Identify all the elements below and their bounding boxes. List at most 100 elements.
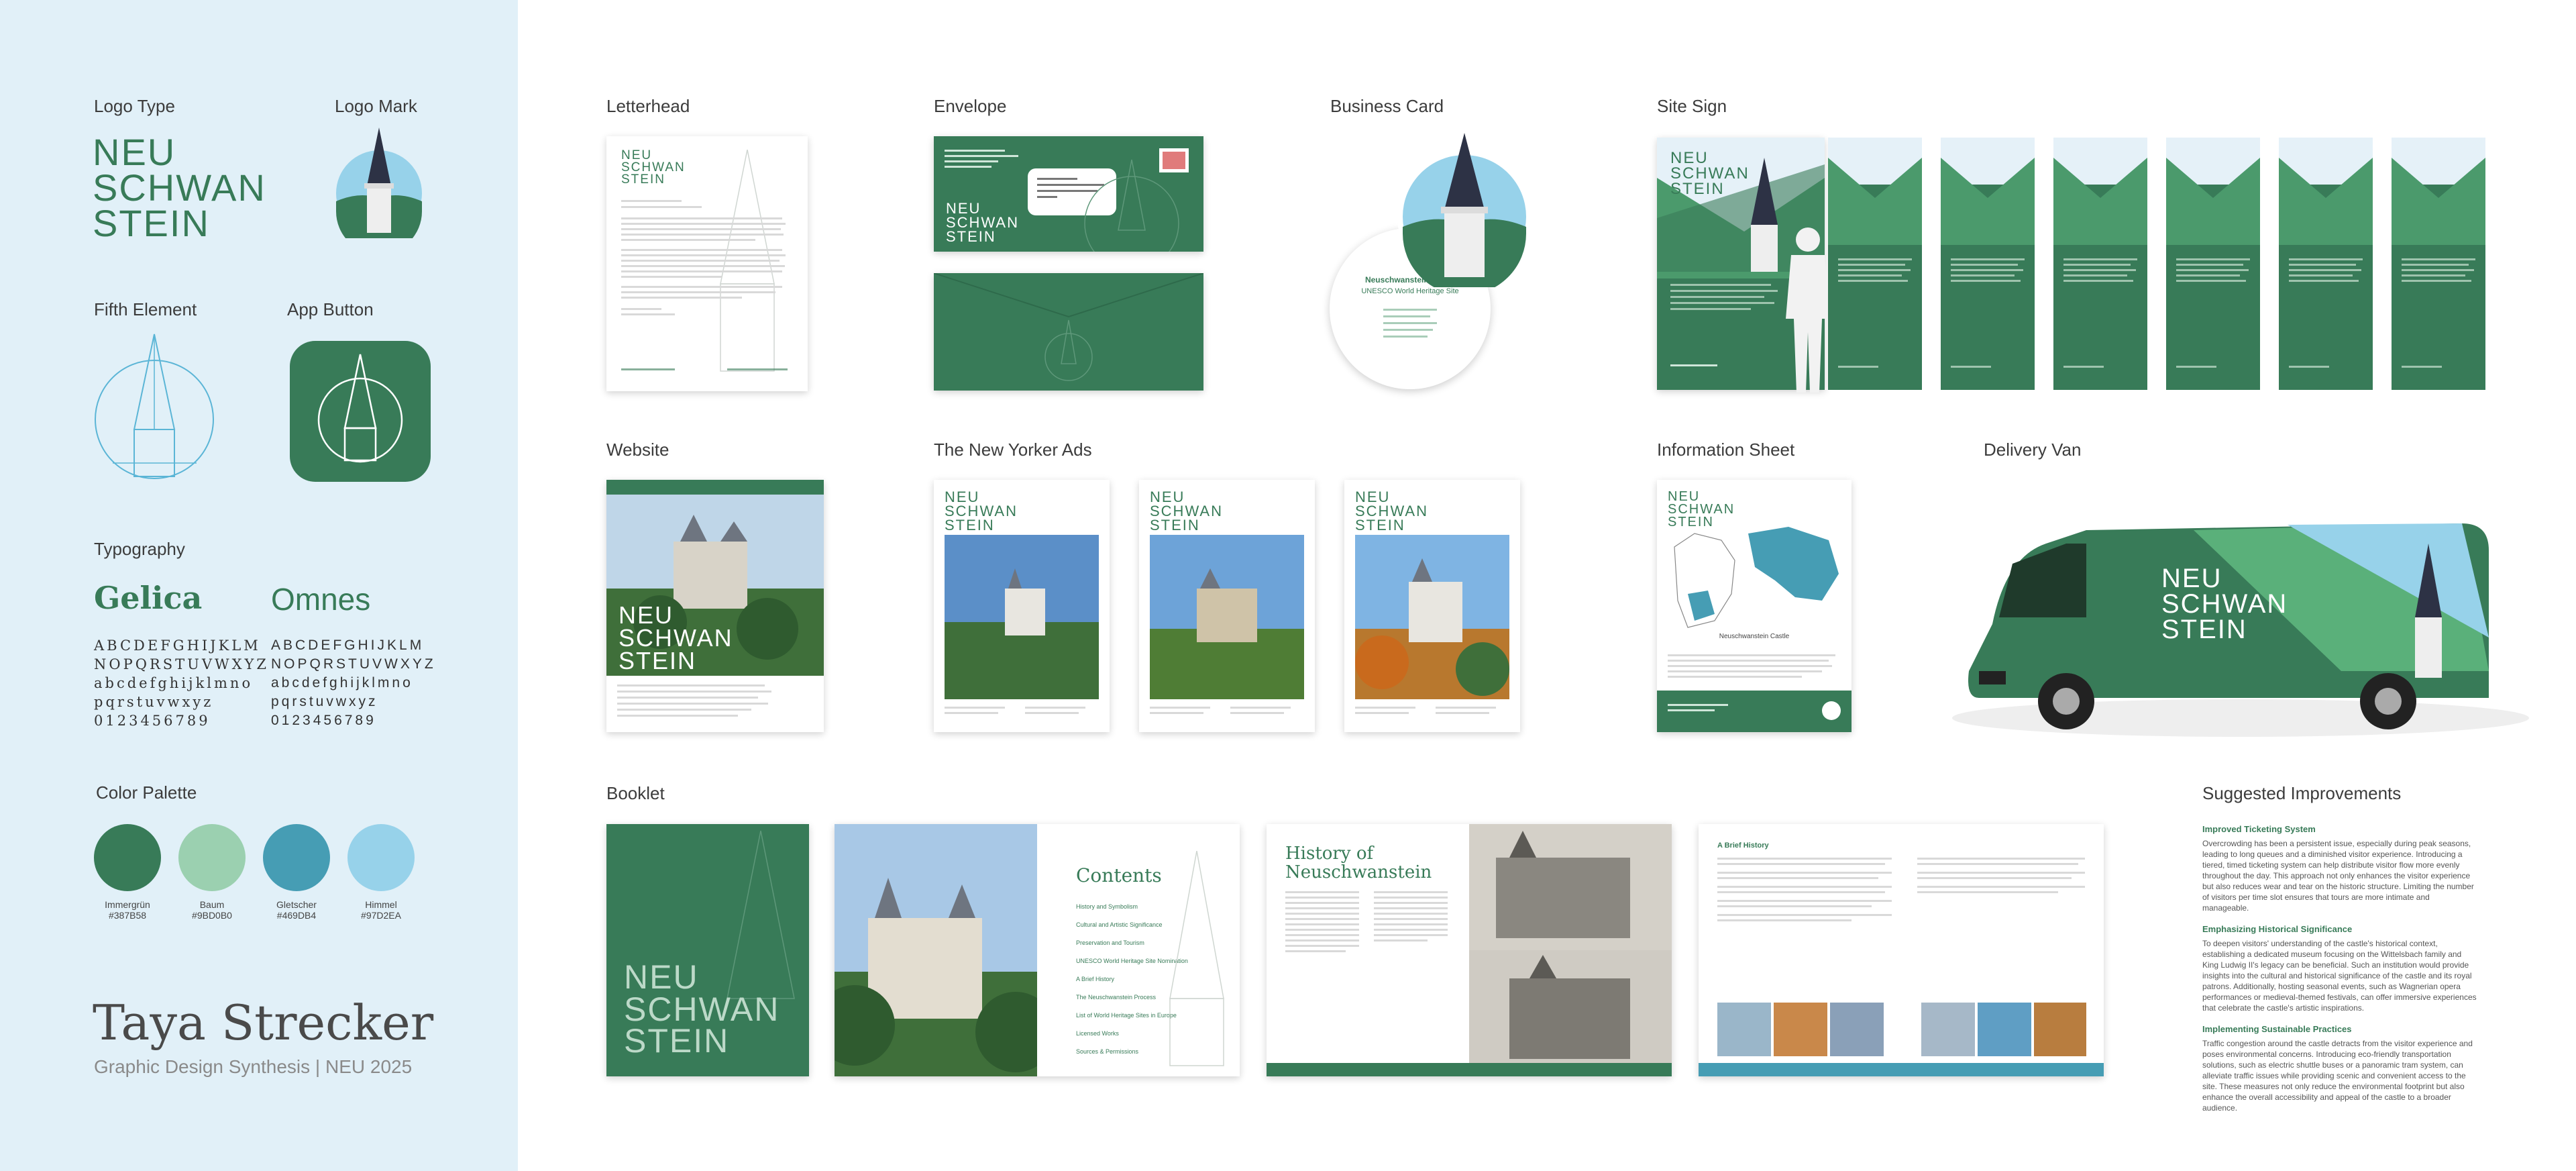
section-info-sheet-label: Information Sheet [1657, 440, 1795, 460]
logo-word-1: NEU [624, 958, 699, 996]
envelope-watermark [1084, 159, 1179, 252]
swatch-himmel: Himmel #97D2EA [347, 824, 421, 921]
improvement-body: To deepen visitors' understanding of the… [2202, 939, 2477, 1013]
site-sign-variant [1828, 138, 1922, 390]
specimen-line: pqrstuvwxyz [94, 694, 214, 710]
website-logo: NEU SCHWAN STEIN [619, 601, 733, 675]
improvement-body: Traffic congestion around the castle det… [2202, 1039, 2473, 1113]
swatch-hex: #469DB4 [276, 910, 317, 921]
specimen-line: ABCDEFGHIJKLM [94, 638, 261, 654]
logo-mark-icon [336, 128, 422, 238]
swatch-name: Baum [199, 899, 225, 910]
ad-mockup: NEU SCHWAN STEIN [934, 480, 1110, 732]
specimen-line: abcdefghijklmno [94, 675, 254, 691]
logo-word-3: STEIN [1355, 516, 1405, 533]
color-palette-label: Color Palette [96, 782, 197, 803]
info-sheet-mockup: NEU SCHWAN STEIN Neuschwanstein Castle [1657, 480, 1851, 732]
germany-map-icon [1674, 527, 1839, 628]
section-letterhead-label: Letterhead [606, 96, 690, 116]
envelope-back [933, 272, 1204, 391]
color-palette: Immergrün #387B58 Baum #9BD0B0 Gletscher… [94, 824, 443, 931]
logo-word-3: STEIN [946, 227, 996, 245]
swatch-color [94, 824, 161, 891]
app-button[interactable] [290, 341, 431, 482]
specimen-line: 0123456789 [271, 713, 376, 728]
swatch-gletscher: Gletscher #469DB4 [263, 824, 337, 921]
website-nav [606, 480, 824, 495]
logo-word-2: SCHWAN [2161, 589, 2288, 619]
swatch-name: Himmel [365, 899, 397, 910]
letterhead-body [621, 200, 789, 315]
section-envelope-label: Envelope [934, 96, 1007, 116]
envelope-flap [933, 272, 1204, 381]
history-title-line: History of [1285, 844, 1374, 864]
ad-logo: NEU SCHWAN STEIN [1355, 490, 1428, 533]
logo-word-3: STEIN [619, 647, 697, 675]
typography-label: Typography [94, 539, 185, 559]
author-subtitle: Graphic Design Synthesis | NEU 2025 [94, 1056, 413, 1077]
site-sign-logo: NEU SCHWAN STEIN [1670, 150, 1750, 198]
swatch-hex: #9BD0B0 [192, 910, 232, 921]
booklet-cover-logo: NEU SCHWAN STEIN [624, 958, 780, 1060]
site-sign-variants [1828, 138, 2499, 390]
font-name-gelica: Gelica [94, 580, 203, 616]
section-delivery-van-label: Delivery Van [1984, 440, 2082, 460]
swatch-immergruen: Immergrün #387B58 [94, 824, 168, 921]
swatch-baum: Baum #9BD0B0 [178, 824, 252, 921]
fifth-element-icon [95, 334, 214, 479]
improvement-title: Implementing Sustainable Practices [2202, 1024, 2352, 1034]
swatch-hex: #387B58 [108, 910, 147, 921]
ad-photo [1355, 535, 1509, 699]
info-map-label: Neuschwanstein Castle [1719, 633, 1790, 640]
logo-word-3: STEIN [93, 202, 210, 245]
logo-mark-label: Logo Mark [335, 96, 417, 116]
section-booklet-label: Booklet [606, 783, 665, 803]
info-footer [1657, 691, 1851, 732]
logo-word-3: STEIN [624, 1022, 730, 1060]
app-castle-icon [317, 354, 403, 463]
website-mockup: NEU SCHWAN STEIN [606, 480, 824, 732]
booklet-brief-history-title: A Brief History [1717, 842, 1769, 850]
section-ny-ads-label: The New Yorker Ads [934, 440, 1092, 460]
logo-word-2: SCHWAN [619, 624, 733, 652]
swatch-color [347, 824, 415, 891]
specimen-line: NOPQRSTUVWXYZ [271, 656, 436, 672]
ad-mockup: NEU SCHWAN STEIN [1344, 480, 1520, 732]
swatch-hex: #97D2EA [361, 910, 401, 921]
specimen-line: ABCDEFGHIJKLM [271, 638, 425, 653]
site-sign-variant [2166, 138, 2260, 390]
booklet-spread-history: History of Neuschwanstein [1267, 824, 1672, 1076]
swatch-color [178, 824, 246, 891]
omnes-specimen: ABCDEFGHIJKLM NOPQRSTUVWXYZ abcdefghijkl… [271, 636, 436, 730]
booklet-historic-photos [1469, 824, 1672, 1076]
history-title-line: Neuschwanstein [1285, 862, 1432, 882]
booklet-castle-photo [835, 824, 1037, 1076]
ad-logo: NEU SCHWAN STEIN [945, 490, 1018, 533]
site-sign-variant [1941, 138, 2035, 390]
app-button-label: App Button [287, 299, 374, 319]
specimen-line: NOPQRSTUVWXYZ [94, 656, 269, 672]
site-sign-variant [2053, 138, 2147, 390]
author-name: Taya Strecker [93, 995, 434, 1051]
section-site-sign-label: Site Sign [1657, 96, 1727, 116]
logo-word-3: STEIN [1670, 179, 1725, 198]
booklet-spread-brief-history: A Brief History [1699, 824, 2104, 1076]
logo-word-2: SCHWAN [624, 990, 780, 1028]
van-logo: NEU SCHWAN STEIN [2161, 565, 2288, 643]
logo-type: NEU SCHWAN STEIN [93, 133, 266, 245]
section-suggested-label: Suggested Improvements [2202, 783, 2402, 803]
letterhead-mockup: NEU SCHWAN STEIN [606, 136, 808, 391]
logo-word-3: STEIN [621, 172, 665, 187]
info-footer-emblem-icon [1822, 701, 1841, 720]
logo-word-1: NEU [619, 601, 674, 629]
ad-logo: NEU SCHWAN STEIN [1150, 490, 1223, 533]
specimen-line: pqrstuvwxyz [271, 694, 378, 709]
booklet-cover: NEU SCHWAN STEIN [606, 824, 809, 1076]
booklet-spread-contents: Contents History and Symbolism Cultural … [835, 824, 1240, 1076]
specimen-line: 0123456789 [94, 713, 211, 729]
swatch-name: Gletscher [276, 899, 317, 910]
logo-word-2: SCHWAN [93, 166, 266, 209]
booklet-watermark [1169, 851, 1224, 1066]
ad-mockup: NEU SCHWAN STEIN [1139, 480, 1315, 732]
improvement-title: Improved Ticketing System [2202, 824, 2316, 834]
